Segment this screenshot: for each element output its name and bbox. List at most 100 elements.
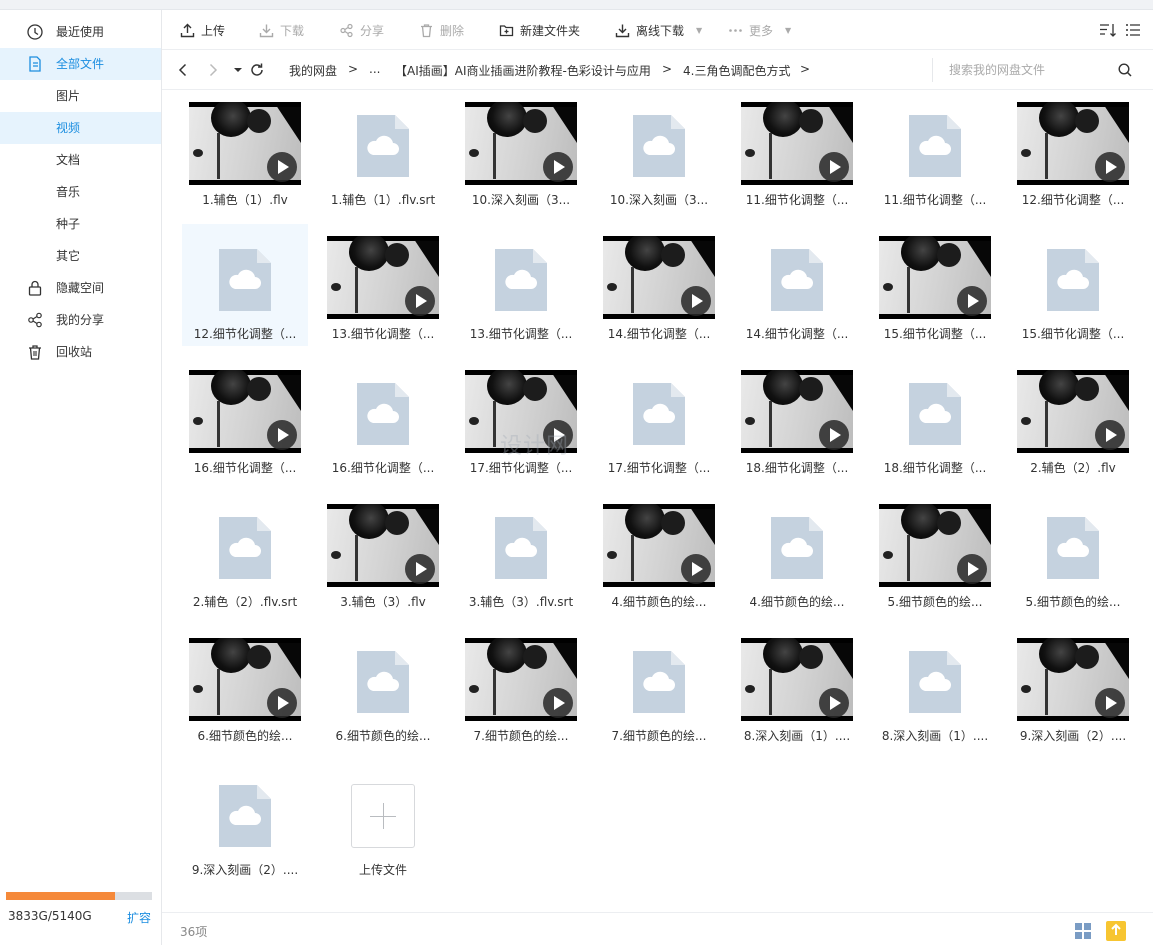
- file-name: 2.辅色（2）.flv.srt: [192, 595, 298, 609]
- video-file-item[interactable]: 17.细节化调整（...: [458, 358, 584, 480]
- sidebar-item-documents[interactable]: 文档: [0, 144, 161, 176]
- subtitle-file-item[interactable]: 7.细节颜色的绘...: [596, 626, 722, 748]
- trash-icon: [421, 23, 432, 37]
- history-dropdown-icon[interactable]: [229, 61, 247, 79]
- video-thumbnail: [741, 370, 853, 453]
- upload-button[interactable]: 上传: [180, 20, 225, 40]
- subtitle-file-item[interactable]: 5.细节颜色的绘...: [1010, 492, 1136, 614]
- subtitle-file-item[interactable]: 11.细节化调整（...: [872, 90, 998, 212]
- sort-icon[interactable]: [1099, 22, 1117, 38]
- video-thumbnail: [189, 638, 301, 721]
- video-file-item[interactable]: 2.辅色（2）.flv: [1010, 358, 1136, 480]
- video-file-item[interactable]: 16.细节化调整（...: [182, 358, 308, 480]
- play-icon: [405, 286, 435, 316]
- sidebar-item-all-files[interactable]: 全部文件: [0, 48, 161, 80]
- subtitle-file-item[interactable]: 15.细节化调整（...: [1010, 224, 1136, 346]
- subtitle-file-item[interactable]: 16.细节化调整（...: [320, 358, 446, 480]
- upload-plus-box[interactable]: [351, 784, 415, 848]
- video-thumbnail: [741, 102, 853, 185]
- offline-download-button[interactable]: 离线下载 ▼: [615, 20, 702, 40]
- back-arrow-icon[interactable]: [174, 61, 192, 79]
- file-name: 4.细节颜色的绘...: [749, 595, 845, 609]
- expand-storage-link[interactable]: 扩容: [127, 909, 151, 926]
- video-thumbnail: [465, 370, 577, 453]
- file-name: 15.细节化调整（...: [1021, 327, 1125, 341]
- video-file-item[interactable]: 10.深入刻画（3...: [458, 90, 584, 212]
- subtitle-file-item[interactable]: 3.辅色（3）.flv.srt: [458, 492, 584, 614]
- search-input[interactable]: [949, 60, 1109, 80]
- video-file-item[interactable]: 18.细节化调整（...: [734, 358, 860, 480]
- sidebar-item-videos[interactable]: 视频: [0, 112, 161, 144]
- play-icon: [957, 554, 987, 584]
- video-file-item[interactable]: 12.细节化调整（...: [1010, 90, 1136, 212]
- file-name: 14.细节化调整（...: [607, 327, 711, 341]
- video-file-item[interactable]: 11.细节化调整（...: [734, 90, 860, 212]
- upload-float-icon[interactable]: [1106, 921, 1126, 941]
- delete-button[interactable]: 删除: [419, 20, 464, 40]
- offline-download-icon: [615, 24, 630, 37]
- subtitle-file-item[interactable]: 1.辅色（1）.flv.srt: [320, 90, 446, 212]
- share-icon: [340, 23, 353, 37]
- sidebar-item-other[interactable]: 其它: [0, 240, 161, 272]
- video-file-item[interactable]: 5.细节颜色的绘...: [872, 492, 998, 614]
- breadcrumb-course-folder[interactable]: 【AI插画】AI商业插画进阶教程-色彩设计与应用: [395, 62, 651, 79]
- play-icon: [267, 420, 297, 450]
- sidebar-item-images[interactable]: 图片: [0, 80, 161, 112]
- document-icon: [1047, 249, 1099, 311]
- chevron-down-icon: ▼: [696, 25, 703, 35]
- video-file-item[interactable]: 8.深入刻画（1）....: [734, 626, 860, 748]
- sidebar-item-torrents[interactable]: 种子: [0, 208, 161, 240]
- sidebar-item-recent[interactable]: 最近使用: [0, 16, 161, 48]
- subtitle-file-item[interactable]: 6.细节颜色的绘...: [320, 626, 446, 748]
- download-button[interactable]: 下载: [259, 20, 304, 40]
- video-thumbnail: [465, 638, 577, 721]
- more-button[interactable]: 更多 ▼: [728, 20, 791, 40]
- file-name: 9.深入刻画（2）....: [1019, 729, 1127, 743]
- sidebar-item-recycle-bin[interactable]: 回收站: [0, 336, 161, 368]
- subtitle-file-item[interactable]: 12.细节化调整（...: [182, 224, 308, 346]
- search-icon[interactable]: [1117, 62, 1133, 78]
- breadcrumb-current-folder[interactable]: 4.三角色调配色方式: [683, 62, 790, 79]
- sidebar-item-hidden-space[interactable]: 隐藏空间: [0, 272, 161, 304]
- grid-view-icon[interactable]: [1074, 922, 1092, 940]
- breadcrumb-separator: >: [800, 62, 811, 76]
- file-name: 17.细节化调整（...: [469, 461, 573, 475]
- document-icon: [909, 115, 961, 177]
- sidebar-item-music[interactable]: 音乐: [0, 176, 161, 208]
- breadcrumb-root[interactable]: 我的网盘: [289, 62, 337, 79]
- sidebar-item-label: 其它: [56, 249, 81, 263]
- list-view-icon[interactable]: [1125, 22, 1141, 38]
- video-file-item[interactable]: 15.细节化调整（...: [872, 224, 998, 346]
- sidebar-item-label: 我的分享: [56, 313, 105, 327]
- video-file-item[interactable]: 1.辅色（1）.flv: [182, 90, 308, 212]
- file-name: 1.辅色（1）.flv: [202, 193, 288, 207]
- subtitle-file-item[interactable]: 10.深入刻画（3...: [596, 90, 722, 212]
- subtitle-file-item[interactable]: 14.细节化调整（...: [734, 224, 860, 346]
- video-file-item[interactable]: 6.细节颜色的绘...: [182, 626, 308, 748]
- sidebar-item-my-shares[interactable]: 我的分享: [0, 304, 161, 336]
- forward-arrow-icon[interactable]: [204, 61, 222, 79]
- subtitle-file-item[interactable]: 13.细节化调整（...: [458, 224, 584, 346]
- video-thumbnail: [1017, 102, 1129, 185]
- video-file-item[interactable]: 14.细节化调整（...: [596, 224, 722, 346]
- file-name: 10.深入刻画（3...: [471, 193, 571, 207]
- sidebar-item-label: 最近使用: [56, 25, 105, 39]
- video-file-item[interactable]: 13.细节化调整（...: [320, 224, 446, 346]
- subtitle-file-item[interactable]: 17.细节化调整（...: [596, 358, 722, 480]
- share-button[interactable]: 分享: [339, 20, 384, 40]
- subtitle-file-item[interactable]: 2.辅色（2）.flv.srt: [182, 492, 308, 614]
- subtitle-file-item[interactable]: 18.细节化调整（...: [872, 358, 998, 480]
- subtitle-file-item[interactable]: 8.深入刻画（1）....: [872, 626, 998, 748]
- subtitle-file-item[interactable]: 9.深入刻画（2）....: [182, 760, 308, 882]
- video-file-item[interactable]: 9.深入刻画（2）....: [1010, 626, 1136, 748]
- upload-file-tile[interactable]: 上传文件: [320, 760, 446, 882]
- video-file-item[interactable]: 7.细节颜色的绘...: [458, 626, 584, 748]
- file-name: 6.细节颜色的绘...: [197, 729, 293, 743]
- subtitle-file-item[interactable]: 4.细节颜色的绘...: [734, 492, 860, 614]
- video-file-item[interactable]: 4.细节颜色的绘...: [596, 492, 722, 614]
- breadcrumb-ellipsis[interactable]: ...: [369, 62, 380, 76]
- video-file-item[interactable]: 3.辅色（3）.flv: [320, 492, 446, 614]
- play-icon: [405, 554, 435, 584]
- new-folder-button[interactable]: 新建文件夹: [499, 20, 580, 40]
- refresh-icon[interactable]: [248, 61, 266, 79]
